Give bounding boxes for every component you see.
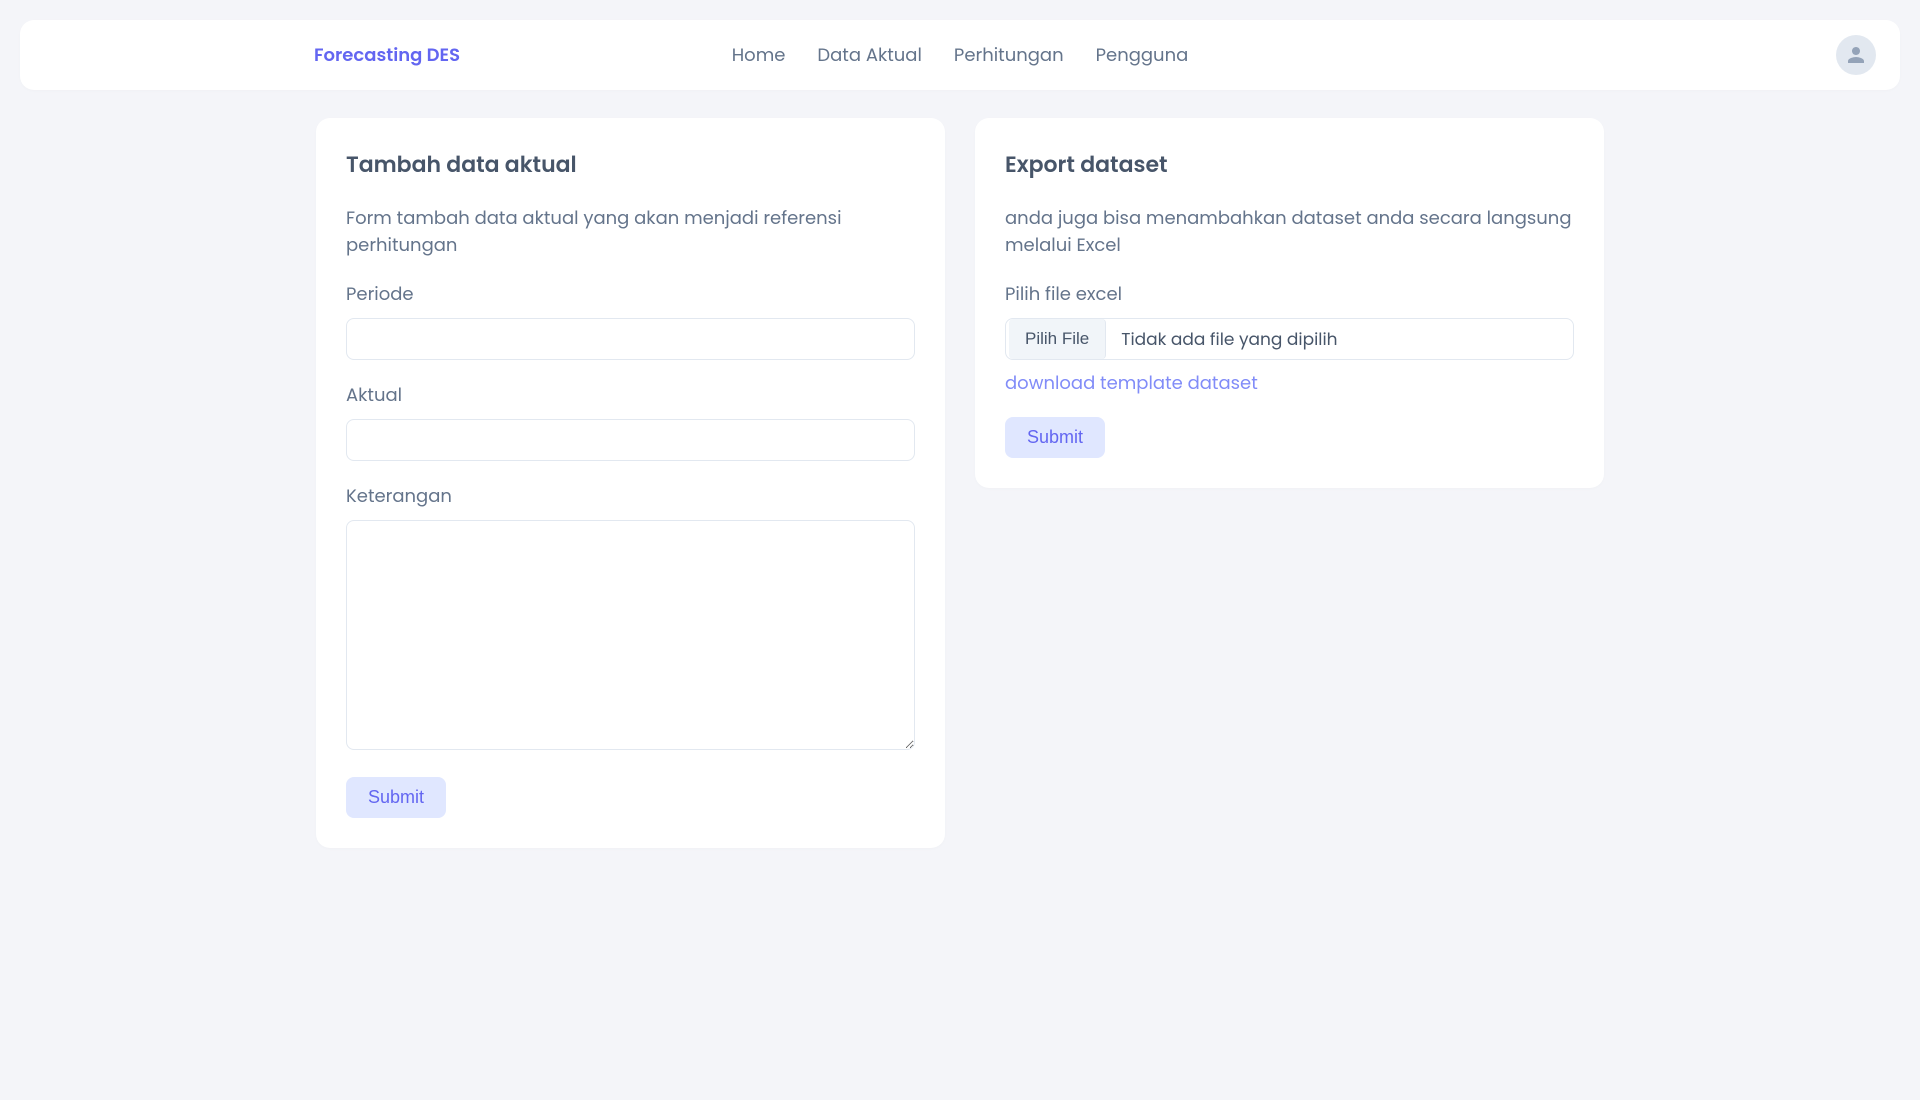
file-label: Pilih file excel <box>1005 281 1574 308</box>
periode-label: Periode <box>346 281 915 308</box>
periode-input[interactable] <box>346 318 915 360</box>
export-desc: anda juga bisa menambahkan dataset anda … <box>1005 205 1574 259</box>
add-data-desc: Form tambah data aktual yang akan menjad… <box>346 205 915 259</box>
export-dataset-card: Export dataset anda juga bisa menambahka… <box>975 118 1604 488</box>
file-placeholder-text: Tidak ada file yang dipilih <box>1109 326 1349 352</box>
main-content: Tambah data aktual Form tambah data aktu… <box>0 118 1920 848</box>
add-data-submit-button[interactable]: Submit <box>346 777 446 818</box>
export-title: Export dataset <box>1005 148 1574 181</box>
user-avatar[interactable] <box>1836 35 1876 75</box>
choose-file-button[interactable]: Pilih File <box>1009 319 1106 359</box>
export-submit-button[interactable]: Submit <box>1005 417 1105 458</box>
nav-home[interactable]: Home <box>732 42 786 69</box>
main-nav: Home Data Aktual Perhitungan Pengguna <box>732 42 1189 69</box>
add-data-title: Tambah data aktual <box>346 148 915 181</box>
nav-pengguna[interactable]: Pengguna <box>1096 42 1189 69</box>
brand-logo[interactable]: Forecasting DES <box>314 42 460 69</box>
nav-perhitungan[interactable]: Perhitungan <box>954 42 1064 69</box>
keterangan-textarea[interactable] <box>346 520 915 750</box>
keterangan-label: Keterangan <box>346 483 915 510</box>
aktual-label: Aktual <box>346 382 915 409</box>
file-input-wrap: Pilih File Tidak ada file yang dipilih <box>1005 318 1574 360</box>
nav-data-aktual[interactable]: Data Aktual <box>817 42 922 69</box>
add-data-card: Tambah data aktual Form tambah data aktu… <box>316 118 945 848</box>
topbar: Forecasting DES Home Data Aktual Perhitu… <box>20 20 1900 90</box>
person-icon <box>1844 43 1868 67</box>
aktual-input[interactable] <box>346 419 915 461</box>
download-template-link[interactable]: download template dataset <box>1005 370 1258 397</box>
